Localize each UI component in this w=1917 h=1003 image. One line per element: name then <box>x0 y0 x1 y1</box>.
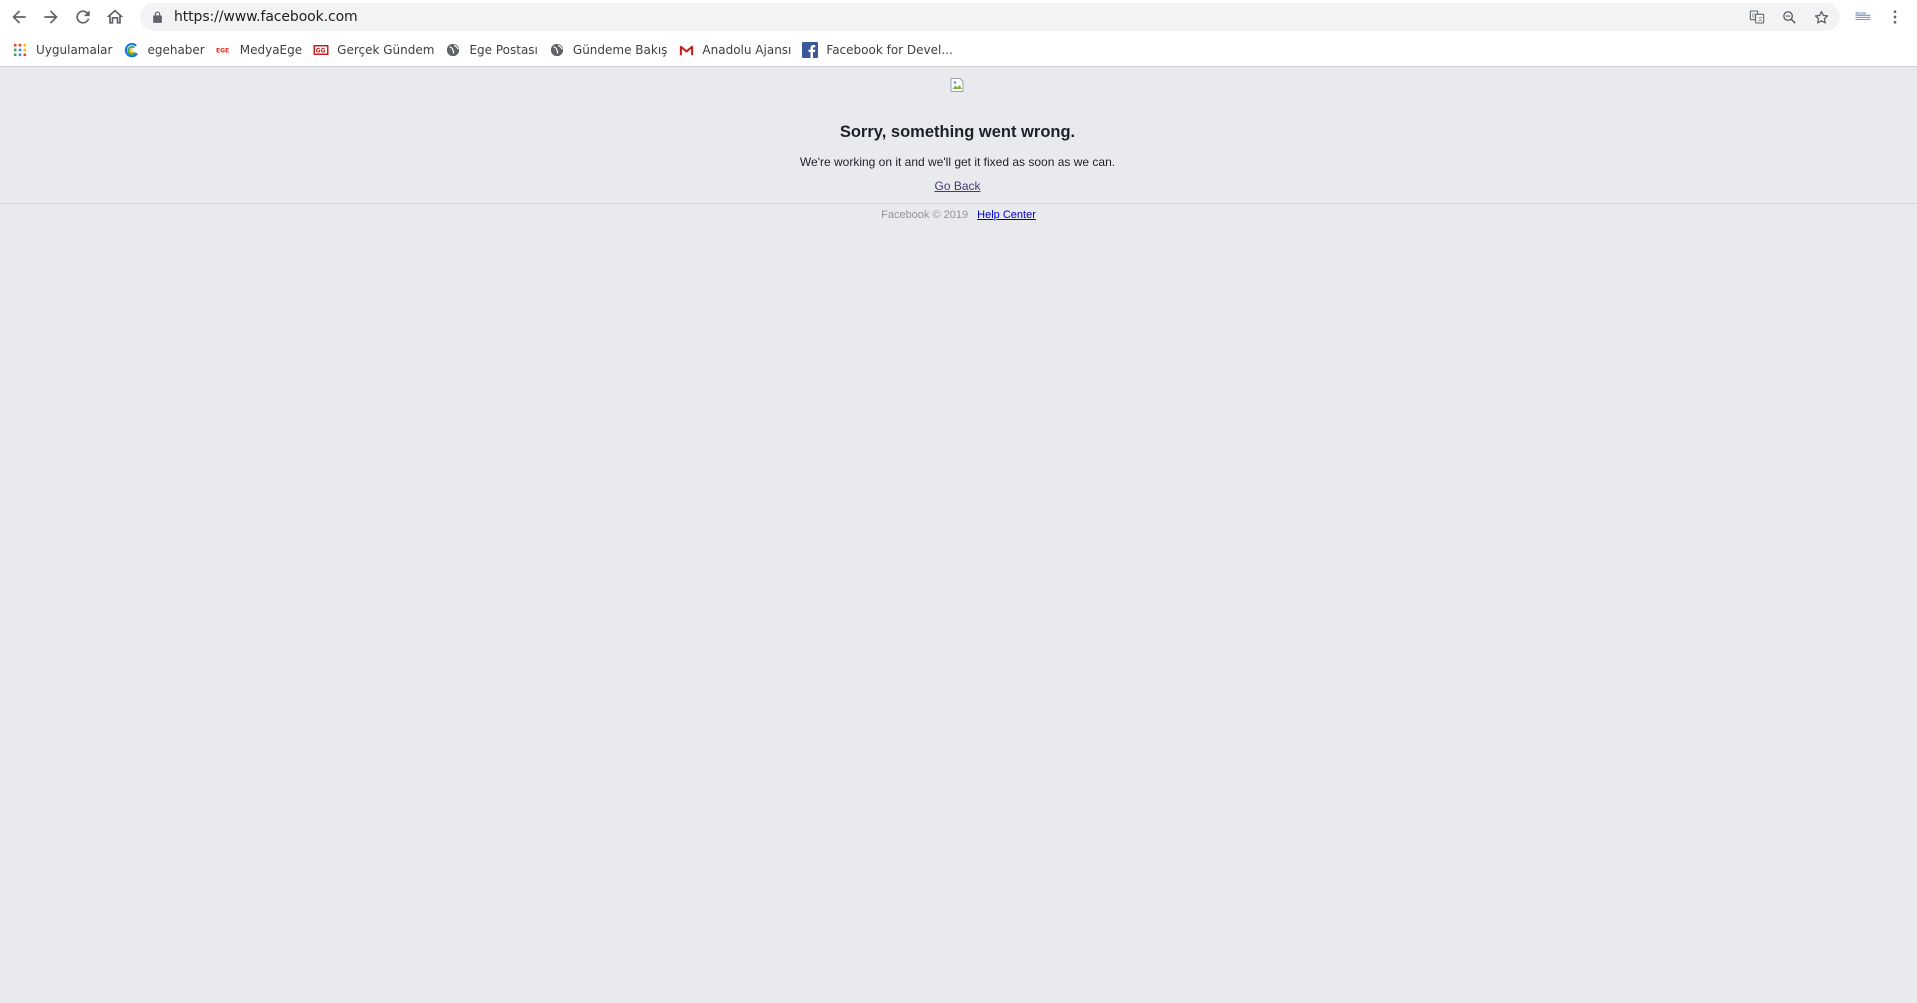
bookmark-ege-postasi[interactable]: Ege Postası <box>441 37 544 63</box>
error-message: We're working on it and we'll get it fix… <box>799 155 1116 169</box>
star-icon <box>1814 10 1828 24</box>
bookmark-medyaege[interactable]: EGE MedyaEge <box>212 37 309 63</box>
svg-text:MEDIA: MEDIA <box>1856 12 1868 16</box>
bookmark-label: MedyaEge <box>239 43 303 57</box>
globe-icon <box>445 42 461 58</box>
url-text[interactable]: https://www.facebook.com <box>174 9 358 25</box>
bookmark-label: Gündeme Bakış <box>572 43 668 57</box>
extension-icon: MEDIA <box>1854 12 1872 22</box>
kebab-menu-icon <box>1893 10 1897 24</box>
bookmark-star-button[interactable] <box>1810 6 1832 28</box>
reload-icon <box>76 10 90 24</box>
omnibox-actions: G文 <box>1746 3 1832 31</box>
reload-button[interactable] <box>67 1 99 33</box>
globe-icon <box>549 42 565 58</box>
bookmarks-bar: Uygulamalar egehaber EGE MedyaEge GG Ger… <box>0 34 1917 67</box>
footer-divider <box>0 203 1917 204</box>
forward-button[interactable] <box>35 1 67 33</box>
bookmark-egehaber[interactable]: egehaber <box>119 37 211 63</box>
arrow-left-icon <box>12 10 26 24</box>
browser-menu-button[interactable] <box>1882 4 1908 30</box>
address-bar[interactable]: https://www.facebook.com G文 <box>140 3 1840 31</box>
lock-icon[interactable] <box>150 10 164 24</box>
apps-grid-icon <box>12 42 28 58</box>
broken-image-icon <box>949 77 965 93</box>
gercek-gundem-icon: GG <box>313 42 329 58</box>
gmail-icon <box>678 42 694 58</box>
medyaege-icon: EGE <box>216 42 232 58</box>
bookmark-gundeme-bakis[interactable]: Gündeme Bakış <box>545 37 675 63</box>
home-icon <box>106 9 124 24</box>
page-content: Sorry, something went wrong. We're worki… <box>0 68 1917 1003</box>
svg-text:GG: GG <box>316 47 326 54</box>
bookmark-label: Facebook for Devel... <box>826 43 953 57</box>
svg-text:G: G <box>1752 14 1756 20</box>
bookmark-uygulamalar[interactable]: Uygulamalar <box>8 37 119 63</box>
zoom-button[interactable] <box>1778 6 1800 28</box>
home-button[interactable] <box>99 1 131 33</box>
translate-icon: G文 <box>1749 10 1765 24</box>
svg-text:EGE: EGE <box>216 48 229 55</box>
bookmark-label: Ege Postası <box>469 43 538 57</box>
bookmark-anadolu-ajansi[interactable]: Anadolu Ajansı <box>674 37 798 63</box>
help-center-link[interactable]: Help Center <box>977 209 1036 221</box>
extension-button[interactable]: MEDIA <box>1852 6 1874 28</box>
nav-buttons <box>3 1 131 33</box>
egehaber-icon <box>123 42 139 58</box>
browser-toolbar: https://www.facebook.com G文 MEDIA <box>0 0 1917 34</box>
page-title: Sorry, something went wrong. <box>839 123 1076 141</box>
go-back-container: Go Back <box>0 179 1915 193</box>
arrow-right-icon <box>44 10 58 24</box>
page-footer: Facebook © 2019 Help Center <box>0 209 1917 221</box>
footer-copyright: Facebook © 2019 <box>881 209 969 221</box>
bookmark-gercek-gundem[interactable]: GG Gerçek Gündem <box>309 37 441 63</box>
bookmark-label: Gerçek Gündem <box>337 43 435 57</box>
bookmark-facebook-for-developers[interactable]: Facebook for Devel... <box>798 37 959 63</box>
facebook-icon <box>802 42 819 58</box>
bookmark-label: Anadolu Ajansı <box>702 43 792 57</box>
translate-button[interactable]: G文 <box>1746 6 1768 28</box>
bookmark-label: egehaber <box>147 43 205 57</box>
back-button[interactable] <box>3 1 35 33</box>
magnifier-icon <box>1782 10 1796 24</box>
go-back-link[interactable]: Go Back <box>934 179 980 193</box>
bookmark-label: Uygulamalar <box>36 43 113 57</box>
